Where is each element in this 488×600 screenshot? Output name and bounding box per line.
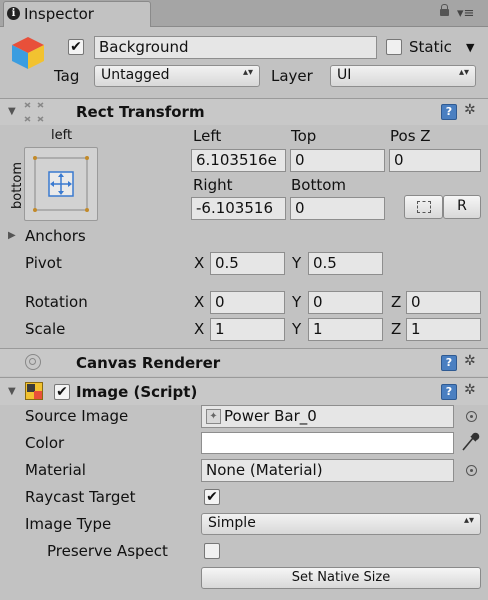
updown-icon: ▴▾ — [458, 67, 469, 78]
help-icon[interactable]: ? — [441, 104, 457, 120]
canvas-renderer-icon — [25, 354, 41, 370]
gear-icon[interactable]: ✲ — [464, 353, 476, 369]
image-script-header[interactable] — [0, 377, 488, 405]
menu-icon[interactable]: ▾≡ — [457, 6, 474, 21]
anchors-label[interactable]: Anchors — [25, 227, 86, 245]
anchor-top-label: left — [51, 128, 73, 143]
updown-icon: ▴▾ — [242, 67, 253, 78]
rotation-label: Rotation — [25, 293, 88, 311]
image-script-icon — [25, 382, 43, 400]
rect-transform-header[interactable] — [0, 98, 488, 125]
image-type-value: Simple — [208, 515, 256, 531]
layer-value: UI — [337, 67, 352, 83]
tag-dropdown[interactable]: Untagged ▴▾ — [94, 65, 260, 87]
fold-arrow-icon[interactable]: ▼ — [8, 386, 16, 397]
image-script-title: Image (Script) — [76, 383, 198, 401]
cube-icon — [10, 35, 46, 71]
pivot-label: Pivot — [25, 254, 62, 272]
updown-icon: ▴▾ — [463, 515, 474, 526]
rotation-z-field[interactable]: 0 — [406, 291, 481, 314]
left-label: Left — [193, 127, 222, 145]
static-label: Static — [409, 38, 452, 56]
anchors-fold-icon[interactable]: ▶ — [8, 230, 16, 241]
material-field[interactable]: None (Material) — [201, 459, 454, 482]
tab-inspector[interactable]: i Inspector — [3, 1, 151, 27]
fold-arrow-icon[interactable]: ▼ — [8, 106, 16, 117]
static-dropdown-icon[interactable]: ▼ — [466, 41, 474, 54]
rotation-x-field[interactable]: 0 — [210, 291, 285, 314]
eyedropper-icon[interactable] — [459, 430, 481, 454]
help-icon[interactable]: ? — [441, 384, 457, 400]
rect-transform-icon — [22, 101, 46, 123]
bottom-field[interactable]: 0 — [290, 197, 385, 220]
image-enabled-checkbox[interactable]: ✔ — [54, 384, 70, 400]
scale-z-field[interactable]: 1 — [406, 318, 481, 341]
info-icon: i — [7, 7, 20, 20]
top-label: Top — [291, 127, 317, 145]
set-native-size-button[interactable]: Set Native Size — [201, 567, 481, 589]
rotation-y-field[interactable]: 0 — [308, 291, 383, 314]
bottom-label: Bottom — [291, 176, 347, 194]
source-image-label: Source Image — [25, 407, 129, 425]
pivot-y-field[interactable]: 0.5 — [308, 252, 383, 275]
posz-field[interactable]: 0 — [389, 149, 481, 172]
sprite-icon: ✦ — [206, 409, 221, 424]
object-picker-icon[interactable] — [466, 411, 477, 422]
blueprint-icon — [417, 201, 431, 213]
preserve-aspect-checkbox[interactable] — [204, 543, 220, 559]
raycast-checkbox[interactable]: ✔ — [204, 489, 220, 505]
source-image-value: Power Bar_0 — [224, 407, 317, 425]
color-swatch[interactable] — [201, 432, 454, 454]
scale-x-label[interactable]: X — [194, 320, 204, 338]
right-label: Right — [193, 176, 233, 194]
layer-label: Layer — [271, 67, 313, 85]
material-label: Material — [25, 461, 86, 479]
layer-dropdown[interactable]: UI ▴▾ — [330, 65, 476, 87]
name-field[interactable]: Background — [94, 36, 377, 59]
gear-icon[interactable]: ✲ — [464, 382, 476, 398]
rotation-z-label[interactable]: Z — [391, 293, 401, 311]
object-picker-icon[interactable] — [466, 465, 477, 476]
active-checkbox[interactable]: ✔ — [68, 39, 84, 55]
tab-title: Inspector — [24, 5, 94, 23]
scale-y-label[interactable]: Y — [292, 320, 301, 338]
help-icon[interactable]: ? — [441, 355, 457, 371]
raycast-label: Raycast Target — [25, 488, 136, 506]
rotation-x-label[interactable]: X — [194, 293, 204, 311]
preserve-aspect-label: Preserve Aspect — [47, 542, 168, 560]
gear-icon[interactable]: ✲ — [464, 102, 476, 118]
image-type-label: Image Type — [25, 515, 112, 533]
scale-z-label[interactable]: Z — [391, 320, 401, 338]
pivot-x-label[interactable]: X — [194, 254, 204, 272]
canvas-renderer-title: Canvas Renderer — [76, 354, 221, 372]
scale-x-field[interactable]: 1 — [210, 318, 285, 341]
anchor-preset-icon[interactable] — [24, 147, 98, 221]
static-checkbox[interactable] — [386, 39, 402, 55]
anchor-side-label: bottom — [10, 161, 26, 210]
scale-y-field[interactable]: 1 — [308, 318, 383, 341]
left-field[interactable]: 6.103516e — [191, 149, 286, 172]
lock-icon[interactable] — [440, 4, 449, 16]
rect-transform-title: Rect Transform — [76, 103, 205, 121]
scale-label: Scale — [25, 320, 66, 338]
pivot-y-label[interactable]: Y — [292, 254, 301, 272]
right-field[interactable]: -6.103516 — [191, 197, 286, 220]
pivot-x-field[interactable]: 0.5 — [210, 252, 285, 275]
source-image-field[interactable]: ✦ Power Bar_0 — [201, 405, 454, 428]
canvas-renderer-header[interactable] — [0, 348, 488, 376]
raw-edit-button[interactable]: R — [443, 195, 481, 219]
image-type-dropdown[interactable]: Simple ▴▾ — [201, 513, 481, 535]
tag-value: Untagged — [101, 67, 170, 83]
rotation-y-label[interactable]: Y — [292, 293, 301, 311]
tag-label: Tag — [54, 67, 80, 85]
top-field[interactable]: 0 — [290, 149, 385, 172]
blueprint-button[interactable] — [404, 195, 443, 219]
color-label: Color — [25, 434, 65, 452]
posz-label: Pos Z — [390, 127, 431, 145]
